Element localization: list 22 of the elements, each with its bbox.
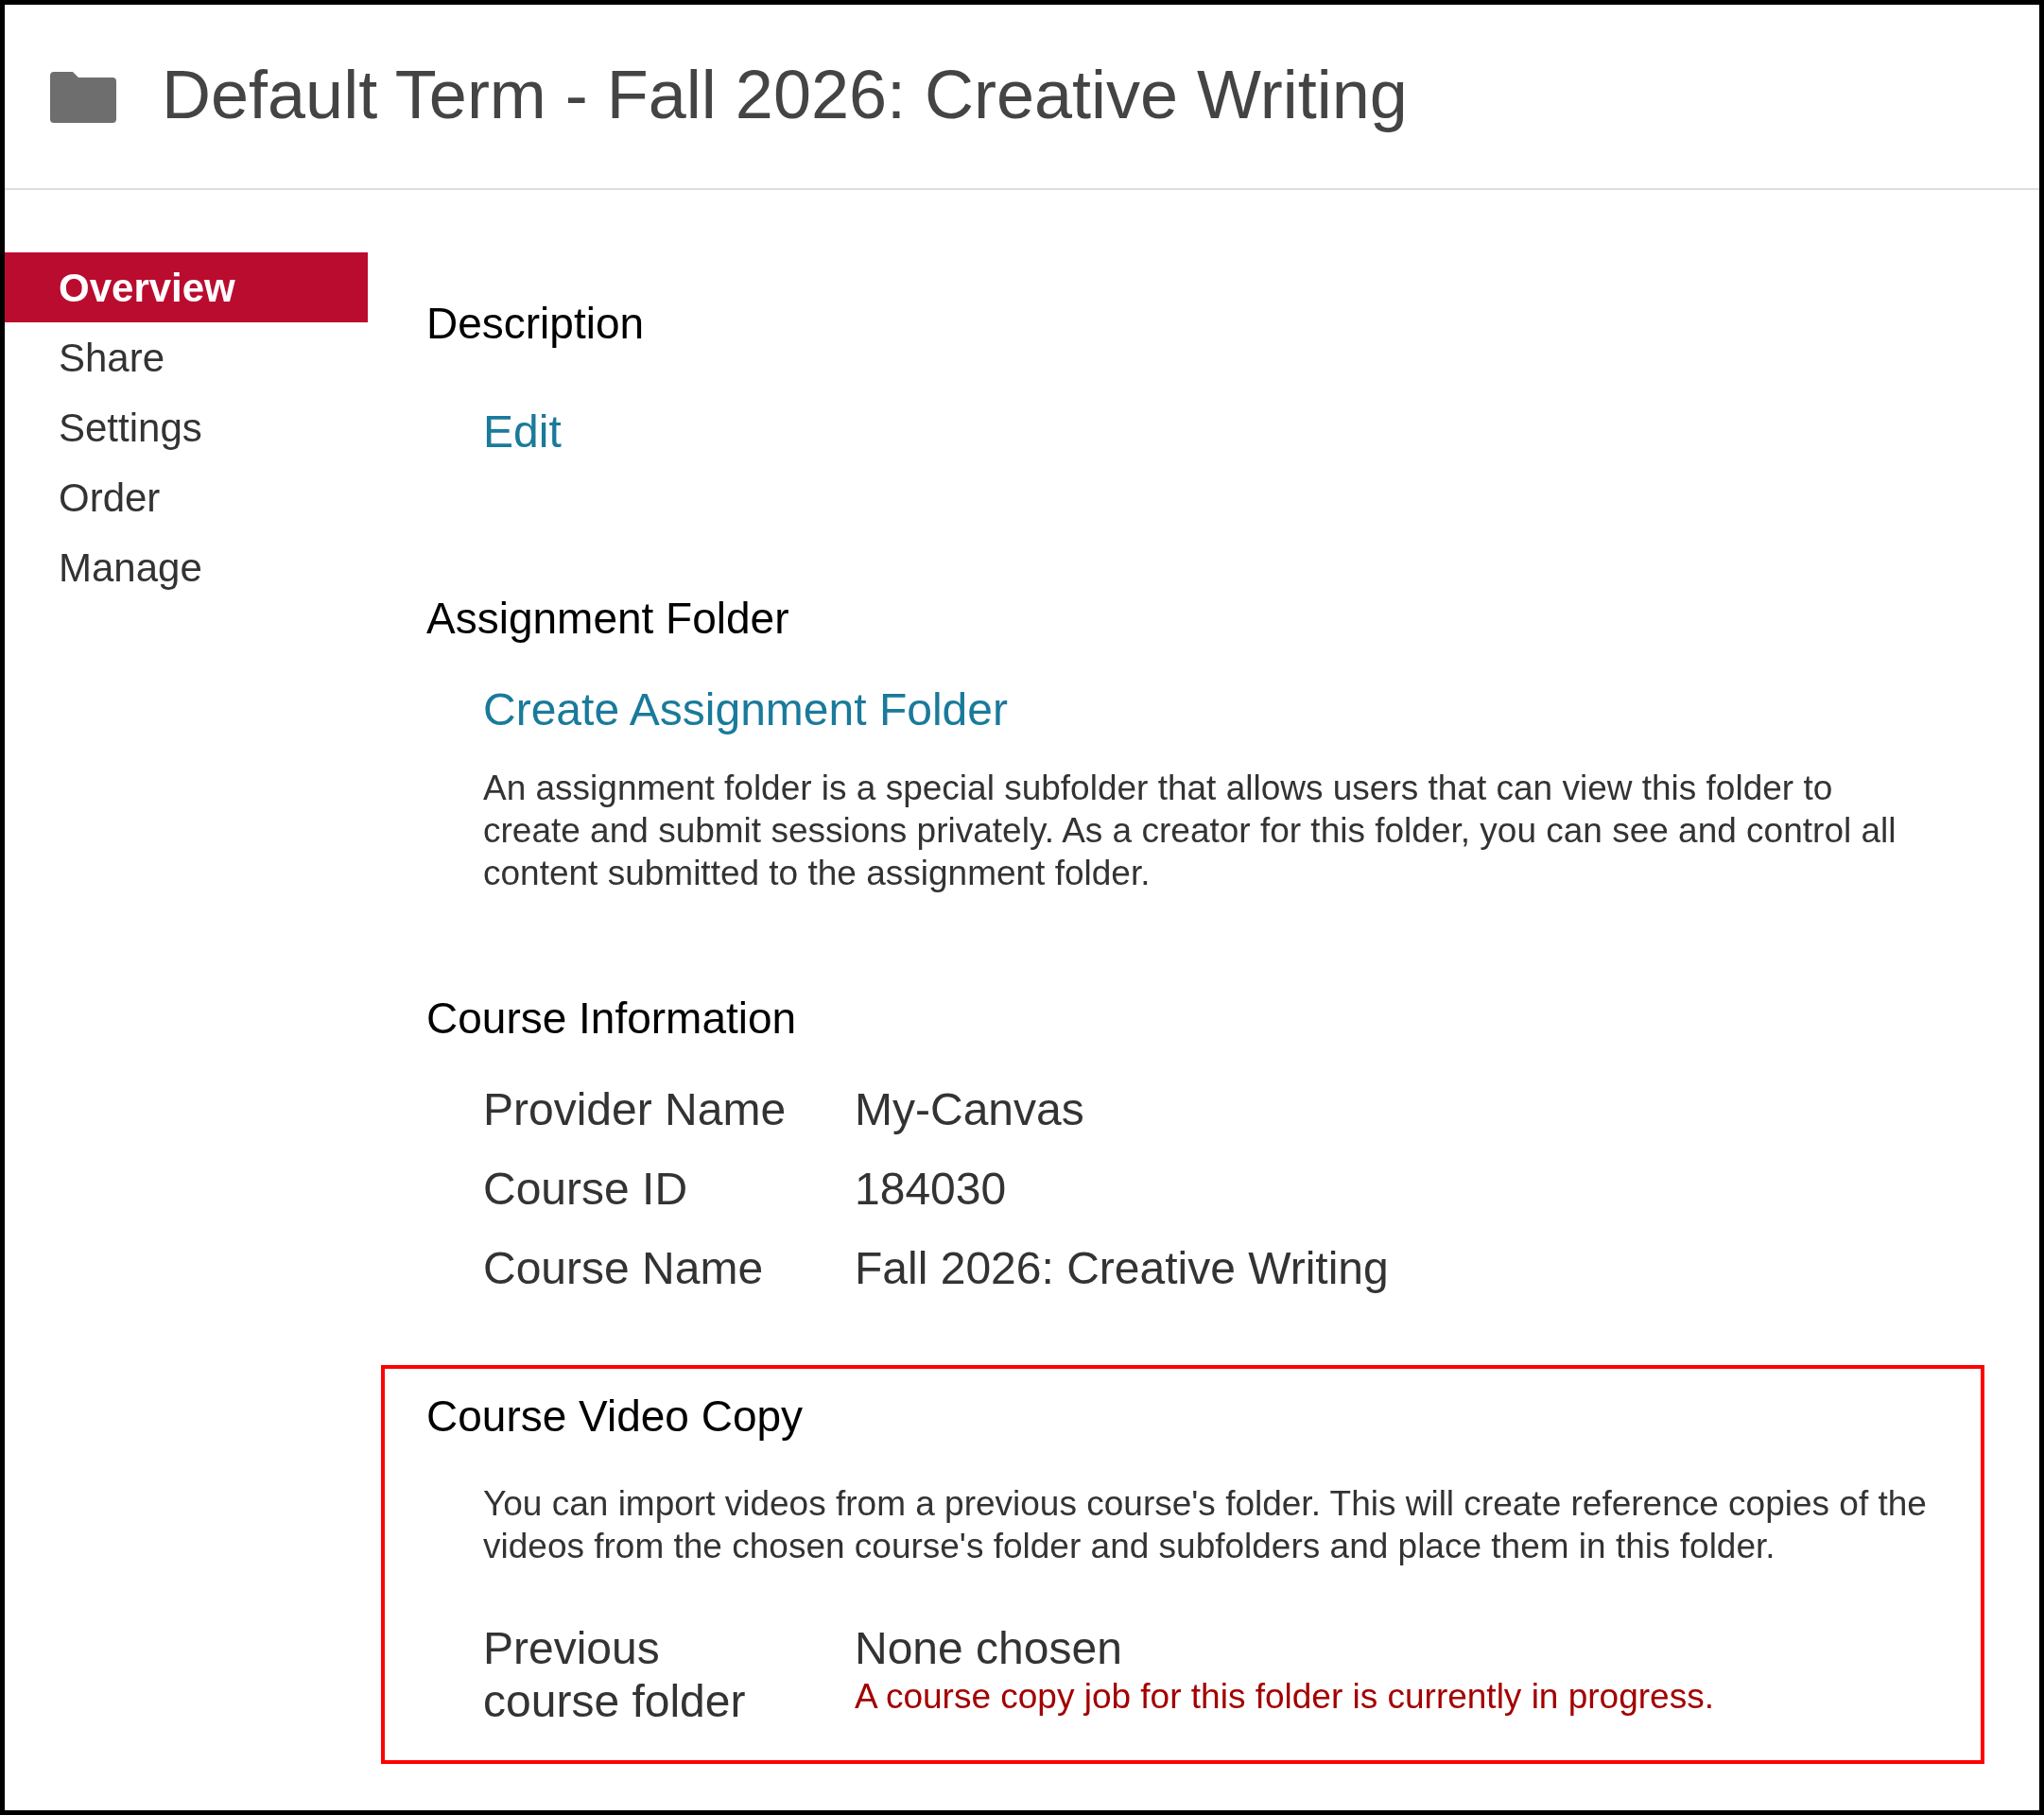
sidebar-item[interactable]: Share [5, 322, 368, 392]
folder-icon [50, 70, 116, 123]
info-value: 184030 [855, 1163, 1007, 1216]
field-value: None chosen [855, 1622, 1123, 1675]
video-copy-description: You can import videos from a previous course's folder. This will create reference copies of the videos from the chosen course's folder and subfolders and place them in this folder. [483, 1483, 1928, 1567]
section-heading: Course Information [426, 996, 798, 1040]
sidebar-item[interactable]: Settings [5, 392, 368, 462]
status-message: A course copy job for this folder is currently in progress. [855, 1676, 1714, 1718]
info-label: Provider Name [483, 1083, 788, 1136]
edit-link[interactable]: Edit [483, 406, 562, 457]
section-heading: Course Video Copy [426, 1391, 805, 1443]
info-value: Fall 2026: Creative Writing [855, 1242, 1389, 1295]
sidebar-item[interactable]: Order [5, 462, 368, 532]
field-label: Previous course folder [483, 1622, 747, 1728]
info-label: Course Name [483, 1242, 765, 1295]
info-value: My-Canvas [855, 1083, 1084, 1136]
sidebar-item[interactable]: Overview [5, 252, 368, 322]
page-title: Default Term - Fall 2026: Creative Writing [162, 60, 1408, 132]
assignment-folder-description: An assignment folder is a special subfolder that allows users that can view this folder to create and submit sessions privately. As a creator for this folder, you can see and control all content submitted to the assignment folder. [483, 768, 1897, 894]
create-assignment-folder-link[interactable]: Create Assignment Folder [483, 684, 1008, 735]
sidebar-item[interactable]: Manage [5, 532, 368, 602]
info-label: Course ID [483, 1163, 689, 1216]
